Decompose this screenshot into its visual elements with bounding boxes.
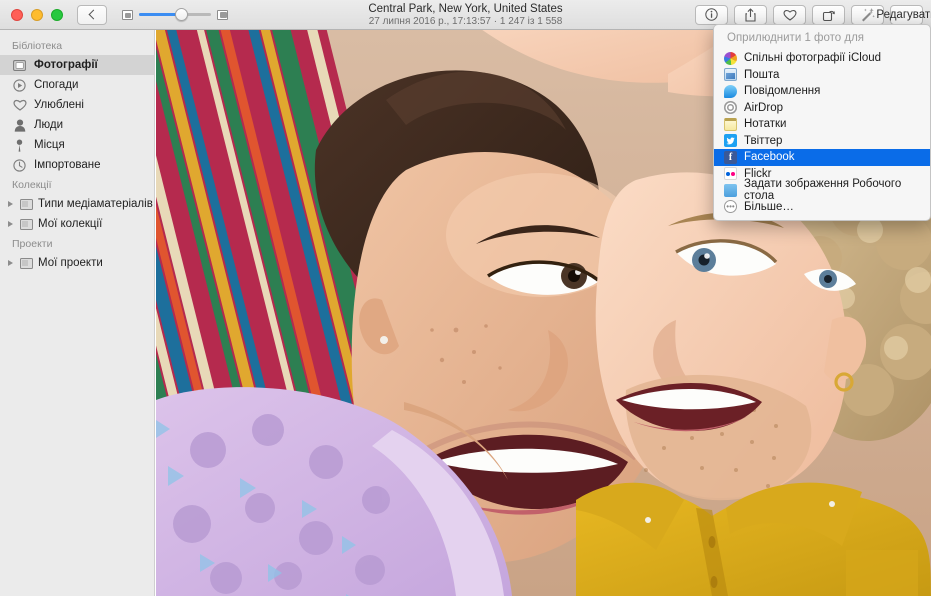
- large-thumbnail-icon[interactable]: [217, 9, 228, 20]
- sidebar-item-label: Люди: [34, 119, 64, 131]
- desktop-picture-icon: [724, 183, 737, 197]
- sidebar: Бібліотека Фотографії Спогади Улюблені Л…: [0, 30, 155, 596]
- sidebar-item-label: Типи медіаматеріалів: [38, 198, 153, 210]
- zoom-slider-thumb[interactable]: [175, 8, 188, 21]
- page-subtitle: 27 липня 2016 р., 17:13:57 · 1 247 із 1 …: [368, 15, 563, 27]
- share-button[interactable]: [734, 4, 767, 25]
- sidebar-item-label: Спогади: [34, 79, 79, 91]
- sidebar-item-label: Мої проекти: [38, 257, 103, 269]
- facebook-icon: f: [724, 150, 737, 164]
- rotate-button[interactable]: [812, 4, 845, 25]
- window-controls: [11, 8, 63, 21]
- share-menu-item-label: Більше…: [744, 200, 794, 213]
- info-button[interactable]: [695, 4, 728, 25]
- close-button[interactable]: [11, 8, 23, 21]
- sidebar-section-header-projects: Проекти: [12, 238, 53, 250]
- sidebar-item-label: Мої колекції: [38, 218, 103, 230]
- folder-icon: [20, 257, 33, 269]
- share-menu-item-label: Твіттер: [744, 134, 783, 147]
- share-menu-item-messages[interactable]: Повідомлення: [714, 83, 930, 100]
- sidebar-item-my-albums[interactable]: Мої колекції: [0, 214, 154, 234]
- share-menu-item-set-desktop-picture[interactable]: Задати зображення Робочого стола: [714, 178, 930, 202]
- zoom-slider[interactable]: [122, 8, 228, 21]
- minimize-button[interactable]: [31, 8, 43, 21]
- heart-icon: [782, 9, 797, 21]
- rotate-icon: [822, 10, 835, 21]
- photos-app-window: Бібліотека Фотографії Спогади Улюблені Л…: [0, 0, 931, 596]
- edit-button-label: Редагувати: [876, 8, 931, 21]
- sidebar-item-memories[interactable]: Спогади: [0, 75, 154, 95]
- share-menu-item-facebook[interactable]: f Facebook: [714, 149, 930, 166]
- share-menu-item-icloud-photo-sharing[interactable]: Спільні фотографії iCloud: [714, 50, 930, 67]
- sidebar-item-label: Фотографії: [34, 59, 98, 71]
- chevron-left-icon: [88, 9, 99, 20]
- sidebar-section-header-library: Бібліотека: [12, 40, 63, 52]
- disclosure-triangle-icon[interactable]: [8, 201, 13, 207]
- pin-icon: [12, 138, 27, 153]
- share-menu-item-notes[interactable]: Нотатки: [714, 116, 930, 133]
- zoom-button[interactable]: [51, 8, 63, 21]
- sidebar-item-label: Улюблені: [34, 99, 84, 111]
- messages-icon: [724, 84, 737, 98]
- share-menu-item-label: Facebook: [744, 151, 795, 164]
- page-title: Central Park, New York, United States: [368, 2, 563, 15]
- folder-icon: [20, 218, 33, 230]
- airdrop-icon: [724, 101, 737, 115]
- heart-icon: [12, 98, 27, 113]
- disclosure-triangle-icon[interactable]: [8, 260, 13, 266]
- share-menu-item-label: Нотатки: [744, 118, 787, 131]
- share-menu-item-label: Повідомлення: [744, 85, 821, 98]
- notes-icon: [724, 117, 737, 131]
- sidebar-item-photos[interactable]: Фотографії: [0, 55, 154, 75]
- sidebar-item-label: Імпортоване: [34, 159, 101, 171]
- zoom-slider-track[interactable]: [139, 8, 211, 21]
- flickr-icon: [724, 167, 737, 181]
- clock-icon: [12, 158, 27, 173]
- info-icon: [705, 8, 718, 21]
- disclosure-triangle-icon[interactable]: [8, 221, 13, 227]
- more-icon: •••: [724, 200, 737, 214]
- share-menu-item-twitter[interactable]: Твіттер: [714, 133, 930, 150]
- mail-icon: [724, 68, 737, 82]
- share-menu-title: Оприлюднити 1 фото для: [727, 32, 865, 44]
- back-button[interactable]: [77, 4, 107, 25]
- share-menu-item-label: AirDrop: [744, 101, 783, 114]
- edit-button[interactable]: Редагувати: [876, 4, 931, 25]
- share-menu-item-airdrop[interactable]: AirDrop: [714, 100, 930, 117]
- share-icon: [745, 7, 756, 22]
- person-icon: [12, 118, 27, 133]
- sidebar-item-media-types[interactable]: Типи медіаматеріалів: [0, 194, 154, 214]
- favorite-button[interactable]: [773, 4, 806, 25]
- sidebar-section-header-collections: Колекції: [12, 179, 52, 191]
- share-menu-item-label: Задати зображення Робочого стола: [744, 178, 902, 203]
- sidebar-item-imported[interactable]: Імпортоване: [0, 155, 154, 175]
- magic-wand-icon: [862, 7, 875, 21]
- sidebar-item-my-projects[interactable]: Мої проекти: [0, 253, 154, 273]
- memories-icon: [12, 78, 27, 93]
- share-menu-item-label: Спільні фотографії iCloud: [744, 52, 882, 65]
- small-thumbnail-icon[interactable]: [122, 9, 133, 20]
- toolbar-actions: Редагувати: [695, 4, 931, 25]
- share-menu: Оприлюднити 1 фото для Спільні фотографі…: [713, 24, 931, 221]
- sidebar-item-people[interactable]: Люди: [0, 115, 154, 135]
- sidebar-item-favorites[interactable]: Улюблені: [0, 95, 154, 115]
- folder-icon: [20, 198, 33, 210]
- share-menu-item-mail[interactable]: Пошта: [714, 67, 930, 84]
- sidebar-item-places[interactable]: Місця: [0, 135, 154, 155]
- icloud-photo-sharing-icon: [724, 51, 737, 65]
- share-menu-item-label: Пошта: [744, 68, 780, 81]
- twitter-icon: [724, 134, 737, 148]
- sidebar-item-label: Місця: [34, 139, 65, 151]
- photos-icon: [12, 58, 27, 73]
